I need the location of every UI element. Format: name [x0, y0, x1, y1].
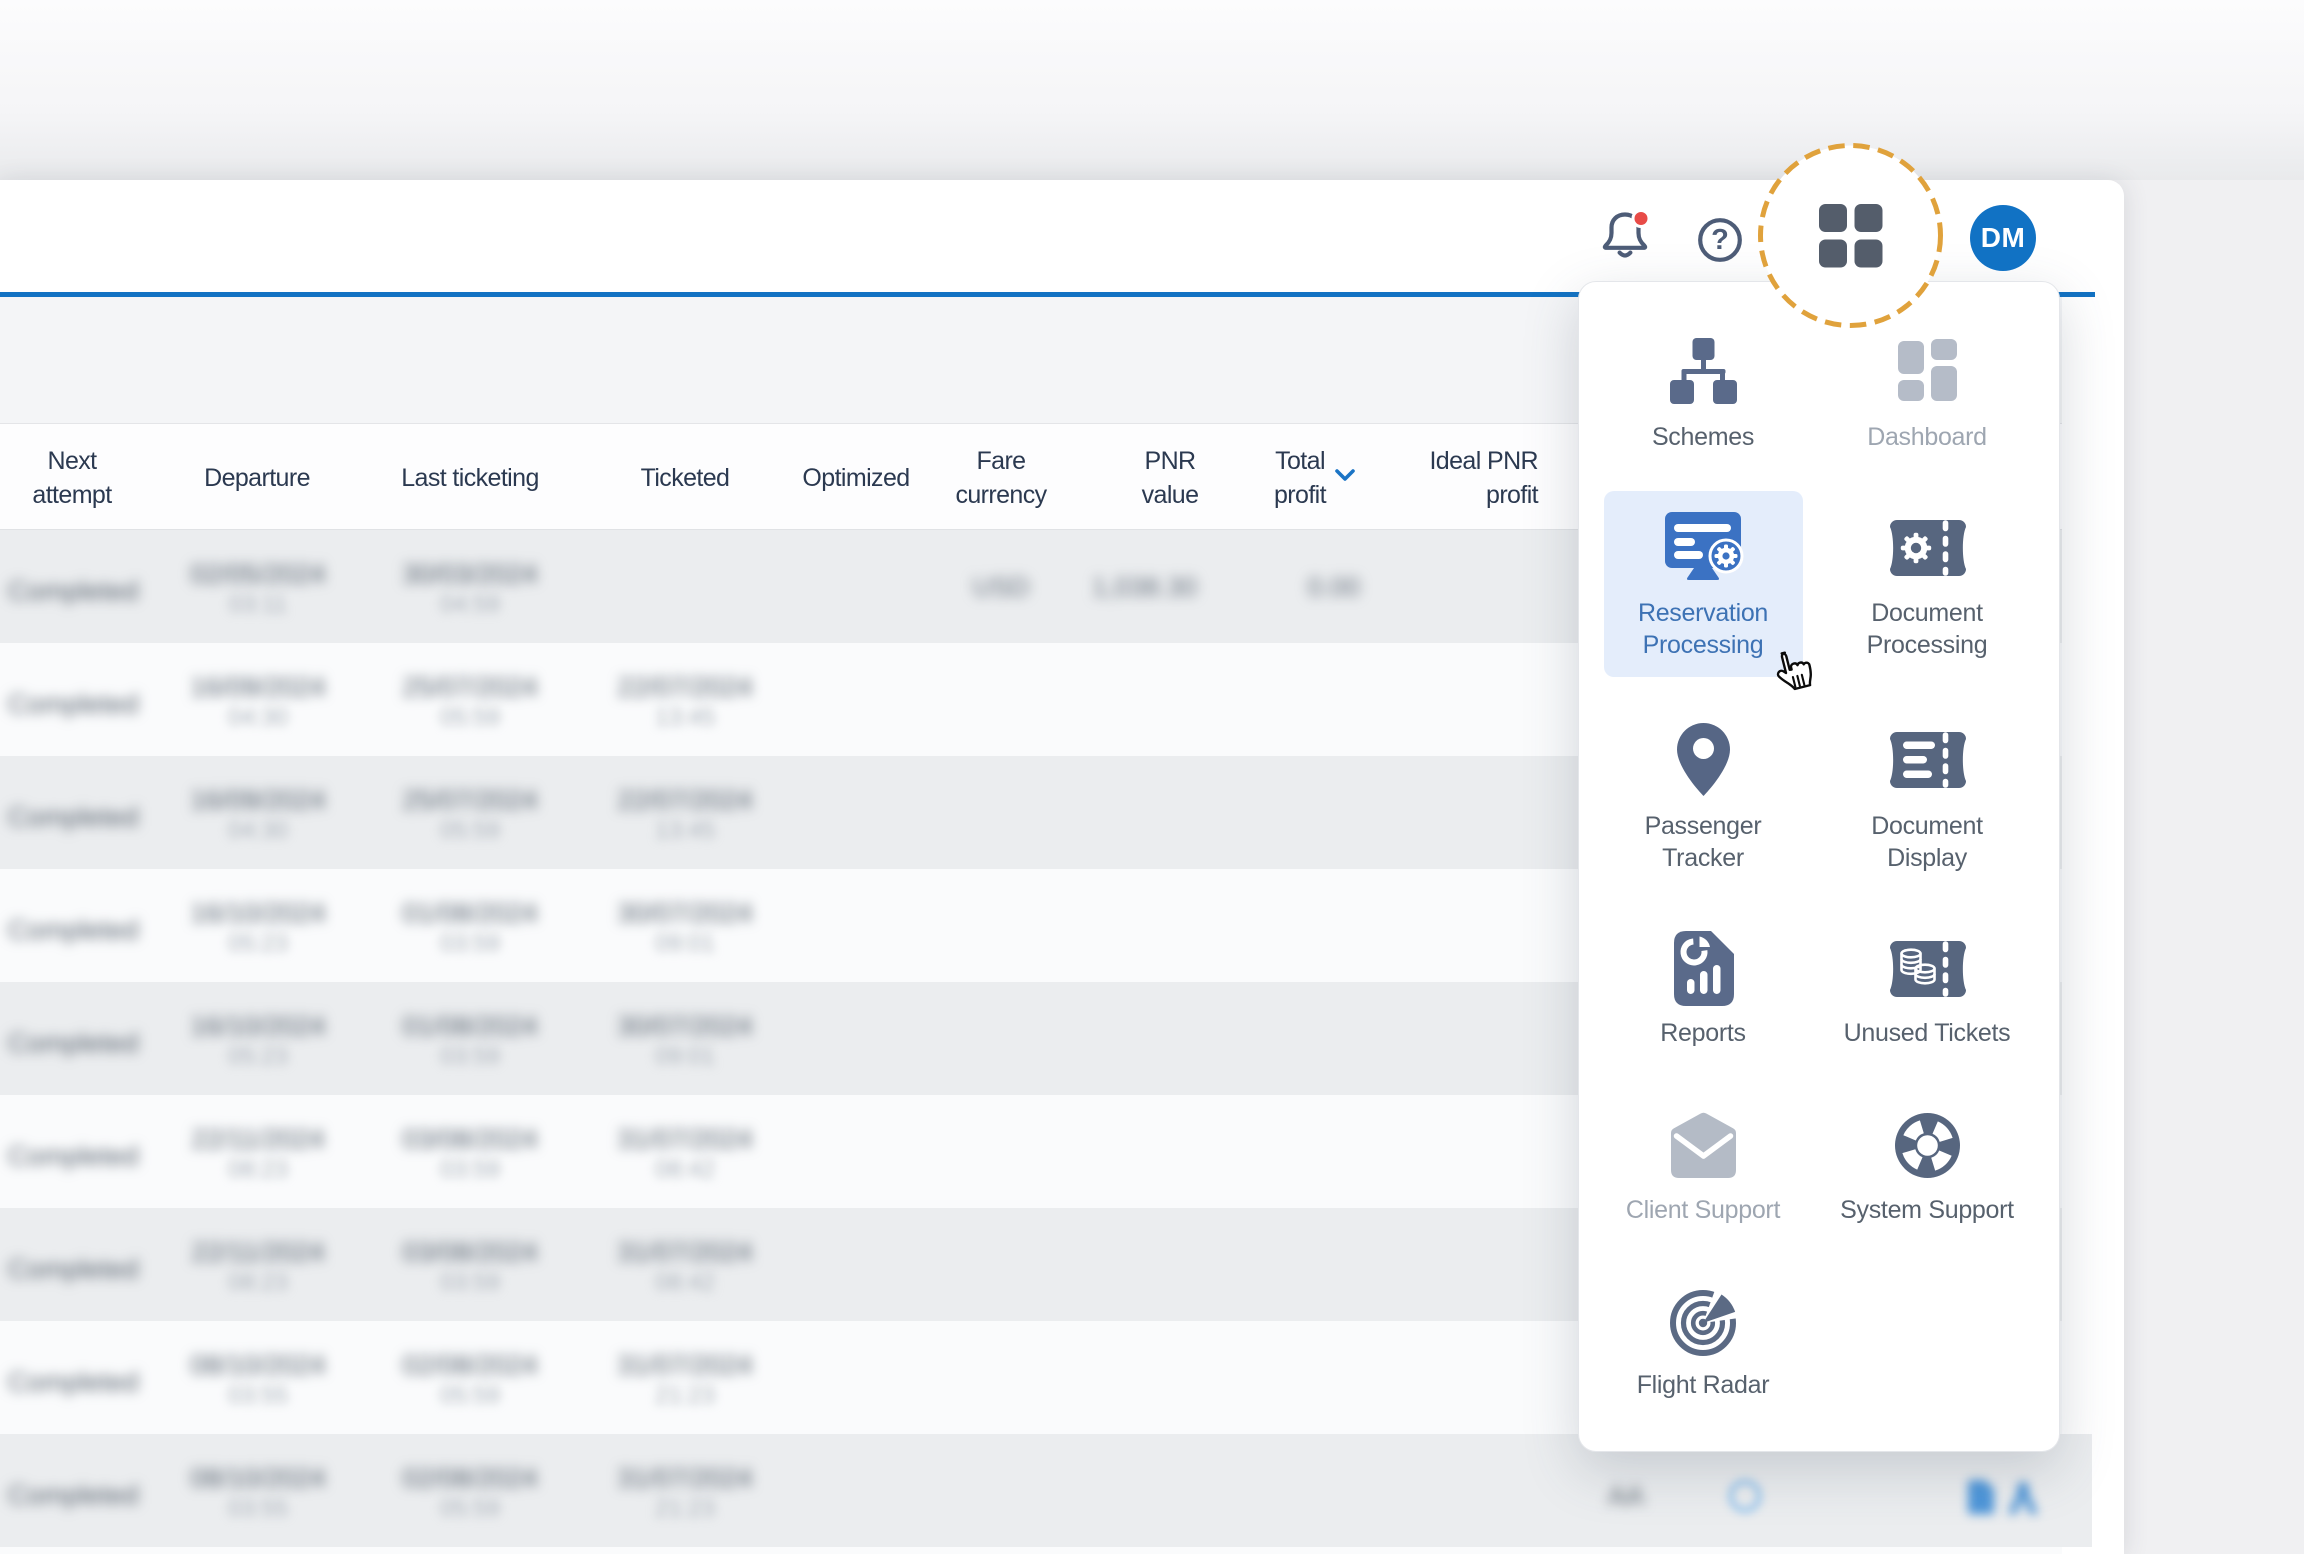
svg-text:?: ?	[1711, 224, 1729, 256]
